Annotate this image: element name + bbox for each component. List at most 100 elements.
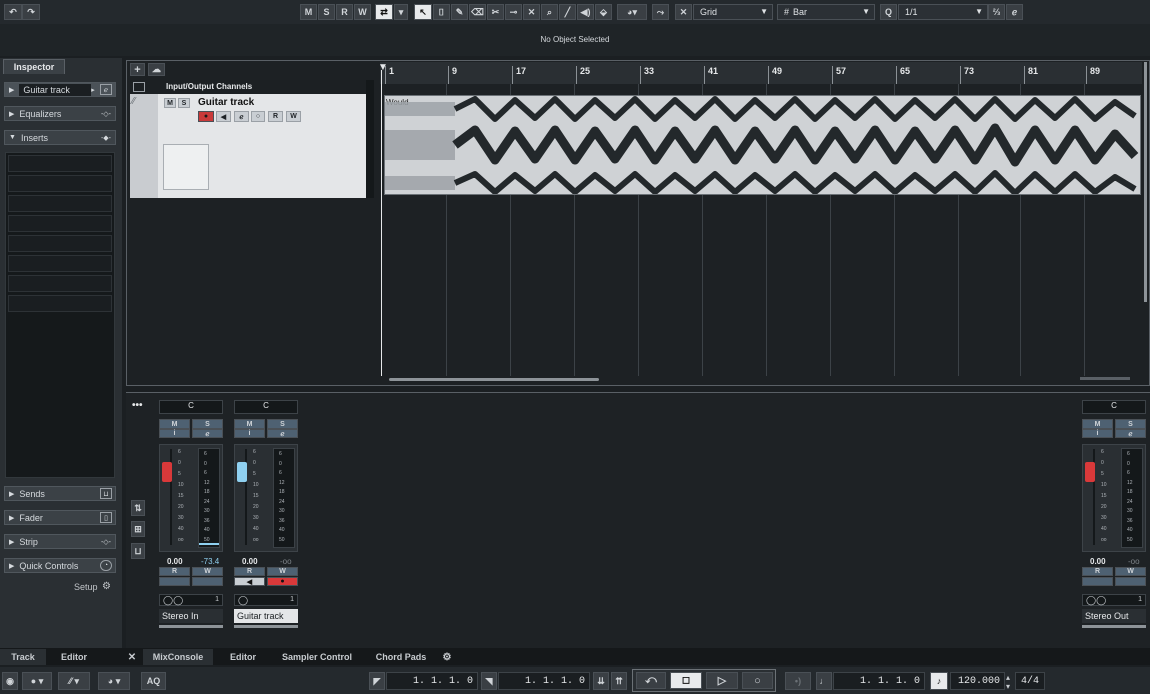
undo-icon[interactable]: ↶ bbox=[4, 4, 22, 20]
stop-icon[interactable]: ◻ bbox=[670, 672, 702, 689]
global-write-button[interactable]: W bbox=[354, 4, 371, 20]
pan-control[interactable]: C bbox=[234, 400, 298, 414]
grid-type-select[interactable]: # Bar ▼ bbox=[777, 4, 875, 20]
zoom-tool-icon[interactable]: ⌕ bbox=[541, 4, 558, 20]
redo-icon[interactable]: ↷ bbox=[22, 4, 40, 20]
strip-write-button[interactable]: W bbox=[267, 567, 298, 576]
strip-write-button[interactable]: W bbox=[192, 567, 223, 576]
volume-fader[interactable] bbox=[237, 462, 247, 482]
record-icon[interactable]: ○ bbox=[742, 672, 773, 689]
tab-chord-pads[interactable]: Chord Pads bbox=[363, 649, 439, 665]
record-enable-icon[interactable]: ● bbox=[267, 577, 298, 586]
track-picture[interactable] bbox=[163, 144, 209, 190]
punch-in-icon[interactable]: ⇊ bbox=[593, 672, 609, 690]
right-locator-display[interactable]: 1. 1. 1. 0 bbox=[498, 672, 590, 690]
strip-write-button[interactable]: W bbox=[1115, 567, 1146, 576]
strip-solo-button[interactable]: S bbox=[267, 419, 298, 429]
strip-read-button[interactable]: R bbox=[159, 567, 190, 576]
strip-mute-button[interactable]: M bbox=[159, 419, 190, 429]
monitor-icon[interactable] bbox=[1082, 577, 1113, 586]
split-tool-icon[interactable]: ✂ bbox=[487, 4, 504, 20]
more-options-icon[interactable]: ••• bbox=[132, 400, 143, 411]
strip-mute-button[interactable]: M bbox=[1082, 419, 1113, 429]
loop-toggle-icon[interactable]: •) bbox=[785, 672, 811, 690]
meter-peak-value[interactable]: -oo bbox=[280, 557, 292, 566]
color-menu-icon[interactable]: ◕▾ bbox=[617, 4, 647, 20]
right-locator-icon[interactable]: ◥ bbox=[481, 672, 497, 690]
fader-value[interactable]: 0.00 bbox=[242, 557, 258, 566]
quantize-icon[interactable]: Q bbox=[880, 4, 897, 20]
line-tool-icon[interactable]: ╱ bbox=[559, 4, 576, 20]
cycle-icon[interactable]: ⤺ bbox=[636, 672, 666, 689]
mute-tool-icon[interactable]: ✕ bbox=[523, 4, 540, 20]
horizontal-scrollbar[interactable] bbox=[389, 378, 599, 381]
edit-icon[interactable]: ℯ bbox=[267, 429, 298, 438]
insert-slot[interactable] bbox=[8, 195, 112, 212]
track-mute-button[interactable]: M bbox=[164, 98, 176, 108]
sends-icon[interactable]: ⊔ bbox=[100, 488, 112, 499]
color-tool-icon[interactable]: ⬙ bbox=[595, 4, 612, 20]
left-locator-display[interactable]: 1. 1. 1. 0 bbox=[386, 672, 478, 690]
cursor-marker-icon[interactable]: ▼ bbox=[378, 62, 388, 73]
audio-mode-icon[interactable]: ⁄⁄ ▾ bbox=[58, 672, 90, 690]
listen-icon[interactable]: i bbox=[234, 429, 265, 438]
channel-name[interactable]: Stereo Out bbox=[1082, 609, 1146, 623]
inspector-section-strip[interactable]: ▶ Strip -◇- bbox=[4, 534, 116, 549]
fader-view-icon[interactable]: ⇅ bbox=[131, 500, 145, 516]
edit-icon[interactable]: ℯ bbox=[192, 429, 223, 438]
track-name[interactable]: Guitar track bbox=[198, 97, 254, 108]
track-read-button[interactable]: R bbox=[268, 111, 283, 122]
track-presets-icon[interactable]: ☁ bbox=[148, 63, 165, 76]
volume-fader[interactable] bbox=[162, 462, 172, 482]
tab-mixconsole[interactable]: MixConsole bbox=[143, 649, 213, 665]
quantize-select[interactable]: 1/1 ▼ bbox=[898, 4, 988, 20]
monitor-icon[interactable]: ◀ bbox=[216, 111, 231, 122]
insert-slot[interactable] bbox=[8, 215, 112, 232]
strip-mute-button[interactable]: M bbox=[234, 419, 265, 429]
listen-icon[interactable]: i bbox=[159, 429, 190, 438]
record-enable-icon[interactable]: ● bbox=[198, 111, 214, 122]
tab-track[interactable]: Track bbox=[0, 649, 46, 665]
global-read-button[interactable]: R bbox=[336, 4, 353, 20]
lock-icon[interactable]: ○ bbox=[251, 111, 265, 122]
monitor-icon[interactable] bbox=[159, 577, 190, 586]
setup-label[interactable]: Setup bbox=[74, 582, 98, 592]
autoscroll-icon[interactable]: ⇄ bbox=[375, 4, 393, 20]
position-format-icon[interactable]: ♩ bbox=[816, 672, 832, 690]
play-icon[interactable]: ▷ bbox=[706, 672, 738, 689]
time-signature-display[interactable]: 4/4 bbox=[1015, 672, 1045, 690]
close-icon[interactable]: ✕ bbox=[126, 649, 138, 665]
snap-type-select[interactable]: Grid ▼ bbox=[693, 4, 773, 20]
chevron-down-icon[interactable]: ▾ bbox=[394, 4, 408, 20]
global-solo-button[interactable]: S bbox=[318, 4, 335, 20]
track-solo-button[interactable]: S bbox=[178, 98, 190, 108]
inspector-tab[interactable]: Inspector bbox=[3, 59, 65, 74]
auto-quantize-button[interactable]: AQ bbox=[141, 672, 166, 690]
fader-value[interactable]: 0.00 bbox=[167, 557, 183, 566]
strip-solo-button[interactable]: S bbox=[192, 419, 223, 429]
audio-event[interactable]: Would bbox=[384, 95, 1141, 195]
track-write-button[interactable]: W bbox=[286, 111, 301, 122]
channel-name[interactable]: Stereo In bbox=[159, 609, 223, 623]
position-display[interactable]: 1. 1. 1. 0 bbox=[833, 672, 925, 690]
monitor-icon[interactable]: ◀ bbox=[234, 577, 265, 586]
record-icon[interactable] bbox=[1115, 577, 1146, 586]
erase-tool-icon[interactable]: ⌫ bbox=[469, 4, 486, 20]
volume-fader[interactable] bbox=[1085, 462, 1095, 482]
edit-channel-icon[interactable]: ℯ bbox=[100, 84, 112, 95]
insert-slot[interactable] bbox=[8, 275, 112, 292]
edit-icon[interactable]: ℯ bbox=[1115, 429, 1146, 438]
meter-peak-value[interactable]: -oo bbox=[1128, 557, 1140, 566]
project-cursor[interactable] bbox=[381, 70, 382, 376]
zoom-slider[interactable] bbox=[1080, 377, 1130, 380]
tempo-display[interactable]: 120.000 bbox=[950, 672, 1005, 690]
insert-slot[interactable] bbox=[8, 175, 112, 192]
play-tool-icon[interactable]: ◀) bbox=[577, 4, 594, 20]
object-selection-tool-icon[interactable]: ↖ bbox=[414, 4, 432, 20]
ruler[interactable]: 1 9 17 25 33 41 49 57 65 73 81 89 bbox=[380, 62, 1142, 84]
channel-name[interactable]: Guitar track bbox=[234, 609, 298, 623]
tempo-track-icon[interactable]: ♪ bbox=[930, 672, 948, 690]
inserts-bypass-icon[interactable]: -◆- bbox=[100, 132, 112, 143]
tempo-stepper-icon[interactable]: ▴ ▾ bbox=[1006, 673, 1010, 691]
strip-read-button[interactable]: R bbox=[234, 567, 265, 576]
